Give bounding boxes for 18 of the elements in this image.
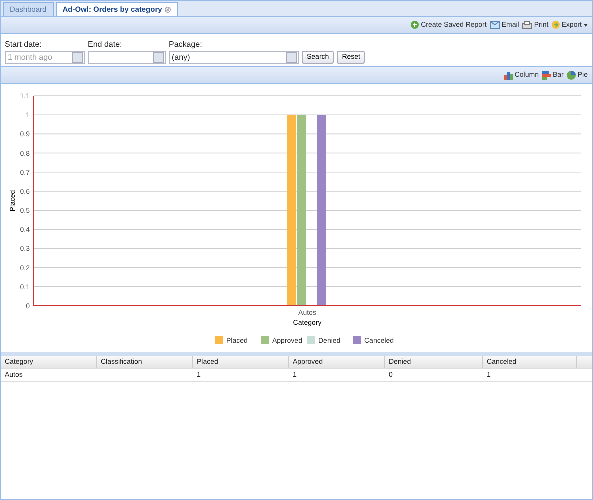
field-label: Package: (169, 40, 204, 49)
date-field[interactable] (88, 51, 166, 64)
package-dropdown[interactable]: (any) (169, 51, 299, 64)
legend-swatch (216, 336, 224, 344)
bar-chart-icon (542, 70, 551, 80)
printer-icon (522, 21, 532, 29)
legend-swatch (262, 336, 270, 344)
legend-swatch (308, 336, 316, 344)
envelope-icon (490, 21, 500, 29)
close-icon[interactable] (165, 6, 172, 12)
add-icon (411, 21, 420, 29)
field-label: Start date: (5, 40, 43, 49)
pie-chart-icon (566, 70, 576, 80)
column-chart-icon (504, 70, 513, 80)
field-label: End date: (88, 40, 124, 49)
caret-icon (584, 24, 588, 26)
legend-swatch (354, 336, 362, 344)
export-icon (552, 21, 560, 29)
